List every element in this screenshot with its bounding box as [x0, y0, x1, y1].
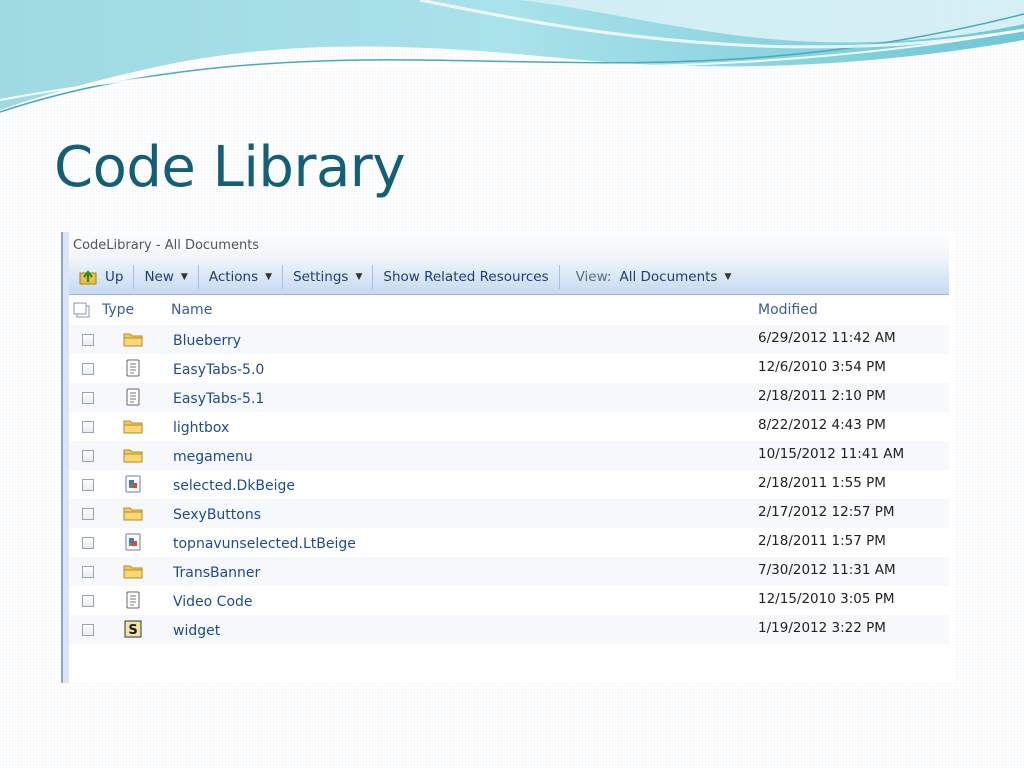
document-row[interactable]: Swidget 1/19/2012 3:22 PM — [69, 615, 949, 644]
document-name-link[interactable]: selected.DkBeige — [173, 478, 295, 494]
column-header-type[interactable]: Type — [102, 295, 134, 325]
folder-icon — [123, 503, 143, 523]
image-icon — [123, 532, 143, 552]
document-name-link[interactable]: TransBanner — [173, 565, 260, 581]
document-row[interactable]: TransBanner 7/30/2012 11:31 AM — [69, 557, 949, 586]
actions-menu-button[interactable]: Actions ▼ — [199, 260, 282, 294]
folder-icon — [123, 329, 143, 349]
modified-date: 2/17/2012 12:57 PM — [758, 504, 895, 520]
document-row[interactable]: Video Code 12/15/2010 3:05 PM — [69, 586, 949, 615]
up-label: Up — [105, 269, 124, 285]
view-label: View: — [575, 269, 612, 285]
library-toolbar: Up New ▼ Actions ▼ Settings ▼ Show Relat… — [69, 260, 949, 295]
document-library-screenshot: CodeLibrary - All Documents Up New ▼ Act… — [61, 232, 955, 683]
new-label: New — [144, 269, 174, 285]
document-icon — [123, 387, 143, 407]
header-swoosh-decoration — [0, 0, 1024, 113]
slide-title: Code Library — [54, 135, 405, 200]
document-row[interactable]: SexyButtons 2/17/2012 12:57 PM — [69, 499, 949, 528]
caret-down-icon: ▼ — [355, 272, 363, 282]
svg-text:S: S — [128, 623, 137, 638]
actions-label: Actions — [208, 269, 259, 285]
row-checkbox[interactable] — [82, 363, 94, 375]
up-folder-icon — [79, 270, 97, 285]
folder-icon — [123, 416, 143, 436]
document-row[interactable]: Blueberry 6/29/2012 11:42 AM — [69, 325, 949, 354]
column-header-name[interactable]: Name — [171, 295, 212, 325]
row-checkbox[interactable] — [82, 334, 94, 346]
settings-menu-button[interactable]: Settings ▼ — [283, 260, 372, 294]
modified-date: 8/22/2012 4:43 PM — [758, 417, 886, 433]
settings-label: Settings — [293, 269, 349, 285]
view-selector[interactable]: All Documents ▼ — [619, 260, 741, 294]
document-row[interactable]: megamenu 10/15/2012 11:41 AM — [69, 441, 949, 470]
document-row[interactable]: selected.DkBeige 2/18/2011 1:55 PM — [69, 470, 949, 499]
library-title-bar: CodeLibrary - All Documents — [69, 232, 949, 261]
folder-icon — [123, 561, 143, 581]
row-checkbox[interactable] — [82, 479, 94, 491]
folder-icon — [123, 445, 143, 465]
document-row[interactable]: EasyTabs-5.1 2/18/2011 2:10 PM — [69, 383, 949, 412]
document-name-link[interactable]: SexyButtons — [173, 507, 261, 523]
row-checkbox[interactable] — [82, 392, 94, 404]
new-menu-button[interactable]: New ▼ — [134, 260, 197, 294]
document-name-link[interactable]: lightbox — [173, 420, 229, 436]
up-button[interactable]: Up — [69, 260, 133, 294]
script-icon: S — [123, 619, 143, 639]
document-name-link[interactable]: Video Code — [173, 594, 253, 610]
modified-date: 12/6/2010 3:54 PM — [758, 359, 886, 375]
modified-date: 7/30/2012 11:31 AM — [758, 562, 896, 578]
caret-down-icon: ▼ — [724, 272, 732, 282]
show-related-resources-button[interactable]: Show Related Resources — [373, 260, 558, 294]
row-checkbox[interactable] — [82, 450, 94, 462]
caret-down-icon: ▼ — [180, 272, 188, 282]
document-name-link[interactable]: megamenu — [173, 449, 253, 465]
select-all-icon[interactable] — [73, 302, 91, 318]
row-checkbox[interactable] — [82, 566, 94, 578]
row-checkbox[interactable] — [82, 421, 94, 433]
column-header-row: Type Name Modified — [69, 295, 949, 325]
row-checkbox[interactable] — [82, 508, 94, 520]
document-name-link[interactable]: topnavunselected.LtBeige — [173, 536, 356, 552]
document-name-link[interactable]: EasyTabs-5.1 — [173, 391, 264, 407]
modified-date: 2/18/2011 1:57 PM — [758, 533, 886, 549]
document-row[interactable]: topnavunselected.LtBeige 2/18/2011 1:57 P… — [69, 528, 949, 557]
modified-date: 10/15/2012 11:41 AM — [758, 446, 905, 462]
document-name-link[interactable]: EasyTabs-5.0 — [173, 362, 264, 378]
modified-date: 6/29/2012 11:42 AM — [758, 330, 896, 346]
document-name-link[interactable]: Blueberry — [173, 333, 241, 349]
row-checkbox[interactable] — [82, 537, 94, 549]
column-header-modified[interactable]: Modified — [758, 295, 818, 325]
row-checkbox[interactable] — [82, 624, 94, 636]
modified-date: 2/18/2011 1:55 PM — [758, 475, 886, 491]
document-row[interactable]: EasyTabs-5.0 12/6/2010 3:54 PM — [69, 354, 949, 383]
modified-date: 1/19/2012 3:22 PM — [758, 620, 886, 636]
document-icon — [123, 590, 143, 610]
document-row[interactable]: lightbox 8/22/2012 4:43 PM — [69, 412, 949, 441]
row-checkbox[interactable] — [82, 595, 94, 607]
modified-date: 12/15/2010 3:05 PM — [758, 591, 895, 607]
caret-down-icon: ▼ — [265, 272, 273, 282]
document-list: Blueberry 6/29/2012 11:42 AM EasyTabs-5.0 1… — [69, 325, 949, 644]
modified-date: 2/18/2011 2:10 PM — [758, 388, 886, 404]
image-icon — [123, 474, 143, 494]
document-icon — [123, 358, 143, 378]
view-value: All Documents — [619, 269, 718, 285]
document-name-link[interactable]: widget — [173, 623, 220, 639]
show-related-label: Show Related Resources — [383, 269, 549, 285]
